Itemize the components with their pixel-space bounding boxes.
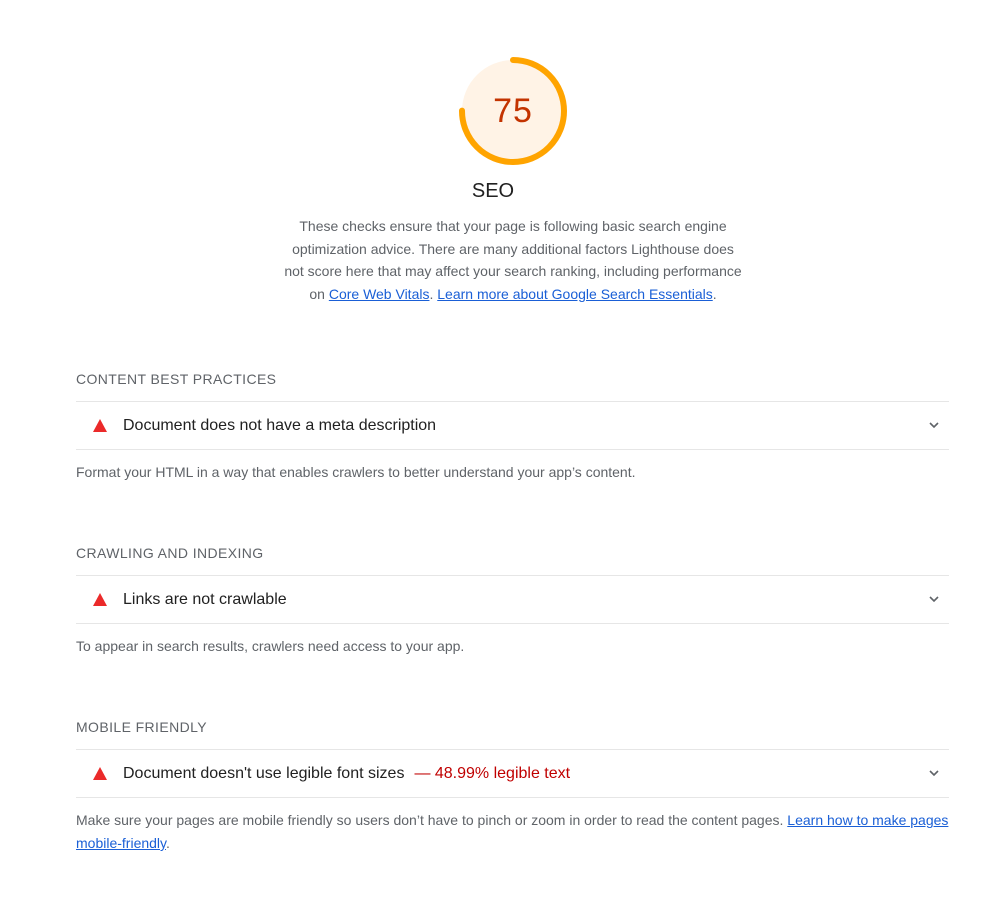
group-crawling-and-indexing: CRAWLING AND INDEXING Links are not craw… [76, 542, 949, 658]
fail-triangle-icon [93, 767, 107, 780]
audit-title: Links are not crawlable [123, 590, 287, 608]
group-description: To appear in search results, crawlers ne… [76, 638, 465, 654]
chevron-down-icon[interactable] [927, 766, 941, 780]
audit-title: Document does not have a meta descriptio… [123, 416, 437, 434]
audit-font-sizes[interactable]: Document doesn't use legible font sizes … [76, 749, 949, 798]
fail-triangle-icon [93, 419, 107, 432]
group-content-best-practices: CONTENT BEST PRACTICES Document does not… [76, 368, 949, 484]
core-web-vitals-link[interactable]: Core Web Vitals [329, 286, 430, 302]
group-description-text: Make sure your pages are mobile friendly… [76, 812, 788, 828]
category-description: These checks ensure that your page is fo… [283, 215, 743, 305]
audit-meta-description[interactable]: Document does not have a meta descriptio… [76, 401, 949, 450]
description-period: . [166, 835, 170, 851]
group-description: Make sure your pages are mobile friendly… [76, 809, 949, 855]
group-title: CRAWLING AND INDEXING [76, 545, 264, 561]
chevron-down-icon[interactable] [927, 592, 941, 606]
audit-links-crawlable[interactable]: Links are not crawlable [76, 575, 949, 624]
chevron-down-icon[interactable] [927, 418, 941, 432]
learn-more-link[interactable]: Learn more about Google Search Essential… [437, 286, 713, 302]
score-value: 75 [493, 91, 533, 130]
audit-display-value: — 48.99% legible text [414, 764, 571, 782]
score-gauge: 75 [458, 56, 568, 166]
category-title: SEO [471, 180, 515, 202]
description-period: . [712, 285, 717, 302]
group-title: CONTENT BEST PRACTICES [76, 371, 277, 387]
group-description: Format your HTML in a way that enables c… [76, 464, 636, 480]
group-title: MOBILE FRIENDLY [76, 719, 207, 735]
group-mobile-friendly: MOBILE FRIENDLY Document doesn't use leg… [76, 716, 949, 855]
audit-title: Document doesn't use legible font sizes [123, 764, 405, 782]
fail-triangle-icon [93, 593, 107, 606]
